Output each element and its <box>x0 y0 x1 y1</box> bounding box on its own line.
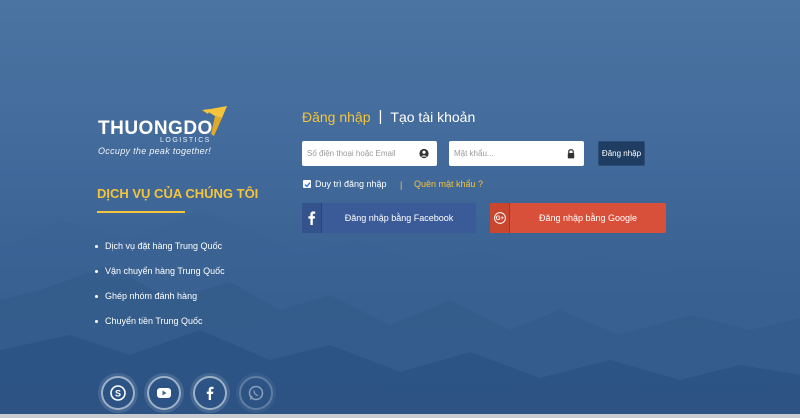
facebook-login-icon-wrap <box>302 203 322 233</box>
remember-me[interactable]: Duy trì đăng nhập <box>303 179 387 189</box>
bullet-icon <box>95 245 98 248</box>
google-login-label: Đăng nhập bằng Google <box>538 213 638 223</box>
facebook-icon <box>308 211 316 225</box>
tab-separator: | <box>378 108 383 125</box>
login-button[interactable]: Đăng nhập <box>598 141 645 166</box>
username-field-wrapper <box>302 141 437 166</box>
facebook-login-button[interactable]: Đăng nhập bằng Facebook <box>302 203 476 233</box>
skype-icon: S <box>110 385 126 401</box>
service-item[interactable]: Chuyển tiền Trung Quốc <box>95 314 225 339</box>
services-list: Dịch vụ đặt hàng Trung Quốc Vận chuyển h… <box>95 239 225 339</box>
user-icon <box>419 148 429 159</box>
service-item-label: Dịch vụ đặt hàng Trung Quốc <box>105 241 223 251</box>
facebook-button[interactable] <box>193 376 227 410</box>
social-links: S <box>101 376 273 410</box>
password-input[interactable] <box>449 141 584 166</box>
bullet-icon <box>95 295 98 298</box>
facebook-icon <box>206 386 214 400</box>
google-login-button[interactable]: G+ Đăng nhập bằng Google <box>490 203 666 233</box>
remember-label: Duy trì đăng nhập <box>315 179 387 189</box>
lock-icon <box>567 149 575 159</box>
service-item[interactable]: Vận chuyển hàng Trung Quốc <box>95 264 225 289</box>
whatsapp-button[interactable] <box>239 376 273 410</box>
youtube-icon <box>157 388 171 398</box>
service-item[interactable]: Ghép nhóm đánh hàng <box>95 289 225 314</box>
whatsapp-icon <box>248 385 264 401</box>
service-item-label: Ghép nhóm đánh hàng <box>105 291 198 301</box>
logo-subtitle: LOGISTICS <box>160 137 211 144</box>
auth-tabs: Đăng nhập | Tạo tài khoản <box>302 108 475 125</box>
svg-text:S: S <box>115 389 121 399</box>
facebook-login-label: Đăng nhập bằng Facebook <box>344 213 454 223</box>
bullet-icon <box>95 320 98 323</box>
tab-register[interactable]: Tạo tài khoản <box>390 109 475 125</box>
password-field-wrapper <box>449 141 584 166</box>
forgot-password-link[interactable]: Quên mật khẩu ? <box>414 179 483 189</box>
username-input[interactable] <box>302 141 437 166</box>
bullet-icon <box>95 270 98 273</box>
remember-checkbox[interactable] <box>303 180 311 188</box>
google-login-icon-wrap: G+ <box>490 203 510 233</box>
services-title: DỊCH VỤ CỦA CHÚNG TÔI <box>97 186 259 201</box>
remember-divider: | <box>400 180 403 190</box>
svg-text:G+: G+ <box>495 216 504 222</box>
service-item[interactable]: Dịch vụ đặt hàng Trung Quốc <box>95 239 225 264</box>
skype-button[interactable]: S <box>101 376 135 410</box>
logo-mark-icon <box>202 106 227 136</box>
logo-tagline: Occupy the peak together! <box>98 146 212 156</box>
bottom-border <box>0 414 800 418</box>
google-plus-icon: G+ <box>493 212 506 224</box>
youtube-button[interactable] <box>147 376 181 410</box>
tab-login[interactable]: Đăng nhập <box>302 109 371 125</box>
services-underline <box>97 211 185 213</box>
check-icon <box>304 181 311 187</box>
service-item-label: Vận chuyển hàng Trung Quốc <box>105 266 225 276</box>
service-item-label: Chuyển tiền Trung Quốc <box>105 316 203 326</box>
logo[interactable]: THUONGDO LOGISTICS Occupy the peak toget… <box>98 104 238 160</box>
